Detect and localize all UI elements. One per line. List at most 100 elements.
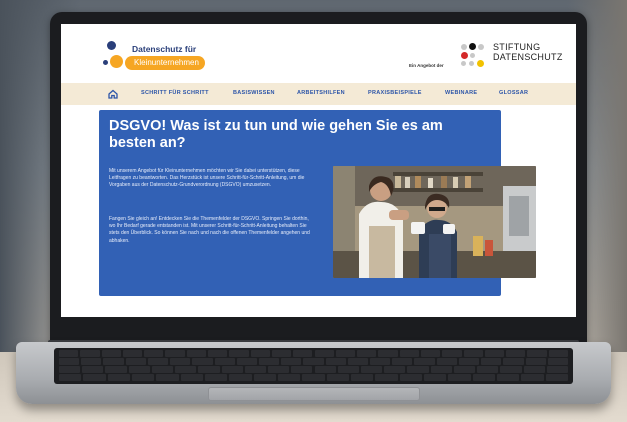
keyboard-key [147,358,169,365]
keyboard-key [453,366,476,373]
logo-pill[interactable]: Kleinunternehmen [125,56,205,70]
keyboard-key [144,350,164,357]
keyboard-key [484,350,505,357]
site-header: Datenschutz für Kleinunternehmen Ein Ang… [61,24,576,82]
nav-basiswissen[interactable]: BASISWISSEN [233,90,275,96]
keyboard-key [151,366,174,373]
nav-praxisbeispiele[interactable]: PRAXISBEISPIELE [368,90,422,96]
keyboard-key [442,350,462,357]
keyboard-key [59,358,80,365]
home-icon[interactable] [107,88,119,100]
keyboard-key [250,350,270,357]
keyboard-row [58,358,569,365]
nav-arbeitshilfen[interactable]: ARBEITSHILFEN [297,90,345,96]
stiftung-logo-icon [459,42,489,68]
keyboard-key [378,350,398,357]
keyboard-key [547,358,568,365]
keyboard-key [208,350,228,357]
keyboard-key [430,366,452,373]
keyboard-key [271,350,292,357]
hero-photo [333,166,536,278]
keyboard-key [258,358,280,365]
keyboard-key [122,350,143,357]
keyboard-key [303,358,324,365]
keyboard-key [477,366,499,373]
keyboard-key [337,366,359,373]
keyboard-key [407,366,429,373]
keyboard-key [221,366,243,373]
keyboard-key [326,374,349,381]
keyboard-key [59,374,82,381]
keyboard-key [458,358,480,365]
keyboard-key [170,358,191,365]
keyboard-key [527,350,547,357]
keyboard-key [105,366,127,373]
keyboard-key [463,350,483,357]
keyboard-key [128,366,150,373]
keyboard-key [156,374,179,381]
keyboard [54,348,573,384]
keyboard-key [214,358,235,365]
keyboard-key [375,374,398,381]
keyboard-key [357,350,377,357]
keyboard-key [80,350,100,357]
hero-paragraph-2: Fangen Sie gleich an! Entdecken Sie die … [109,216,310,244]
hero-title: DSGVO! Was ist zu tun und wie gehen Sie … [109,118,443,151]
stiftung-title[interactable]: STIFTUNG [493,42,540,52]
keyboard-key [198,366,220,373]
keyboard-key [360,366,383,373]
keyboard-key [186,350,207,357]
keyboard-key [192,358,213,365]
keyboard-key [545,374,568,381]
logo-title[interactable]: Datenschutz für [132,44,196,54]
keyboard-key [229,374,252,381]
keyboard-key [546,366,568,373]
keyboard-key [497,374,520,381]
keyboard-key [506,350,526,357]
laptop-screen: Datenschutz für Kleinunternehmen Ein Ang… [61,24,576,317]
nav-glossar[interactable]: GLOSSAR [499,90,528,96]
keyboard-key [370,358,391,365]
keyboard-key [521,374,544,381]
keyboard-key [205,374,228,381]
angebot-label: Ein Angebot der [409,63,444,68]
keyboard-key [481,358,502,365]
keyboard-key [420,350,441,357]
keyboard-key [392,358,413,365]
keyboard-key [399,374,422,381]
page-content-below [61,296,576,317]
keyboard-row [58,366,569,373]
keyboard-key [384,366,406,373]
keyboard-key [125,358,146,365]
keyboard-key [59,350,79,357]
keyboard-key [472,374,495,381]
keyboard-key [83,374,106,381]
keyboard-key [351,374,374,381]
keyboard-key [525,358,546,365]
keyboard-key [523,366,545,373]
keyboard-key [414,358,435,365]
keyboard-key [448,374,471,381]
keyboard-key [291,366,313,373]
stiftung-subtitle[interactable]: DATENSCHUTZ [493,52,563,62]
keyboard-key [253,374,276,381]
keyboard-key [101,350,121,357]
keyboard-key [82,366,104,373]
keyboard-key [424,374,447,381]
trackpad[interactable] [208,387,420,401]
keyboard-key [132,374,155,381]
nav-webinare[interactable]: WEBINARE [445,90,477,96]
keyboard-key [278,374,301,381]
nav-schritt-fuer-schritt[interactable]: SCHRITT FÜR SCHRITT [141,90,209,96]
keyboard-key [229,350,249,357]
keyboard-key [347,358,369,365]
keyboard-key [59,366,81,373]
keyboard-key [165,350,185,357]
keyboard-key [314,366,336,373]
keyboard-key [244,366,267,373]
keyboard-key [293,350,313,357]
keyboard-key [268,366,290,373]
keyboard-key [81,358,102,365]
keyboard-row [58,374,569,381]
keyboard-key [500,366,522,373]
